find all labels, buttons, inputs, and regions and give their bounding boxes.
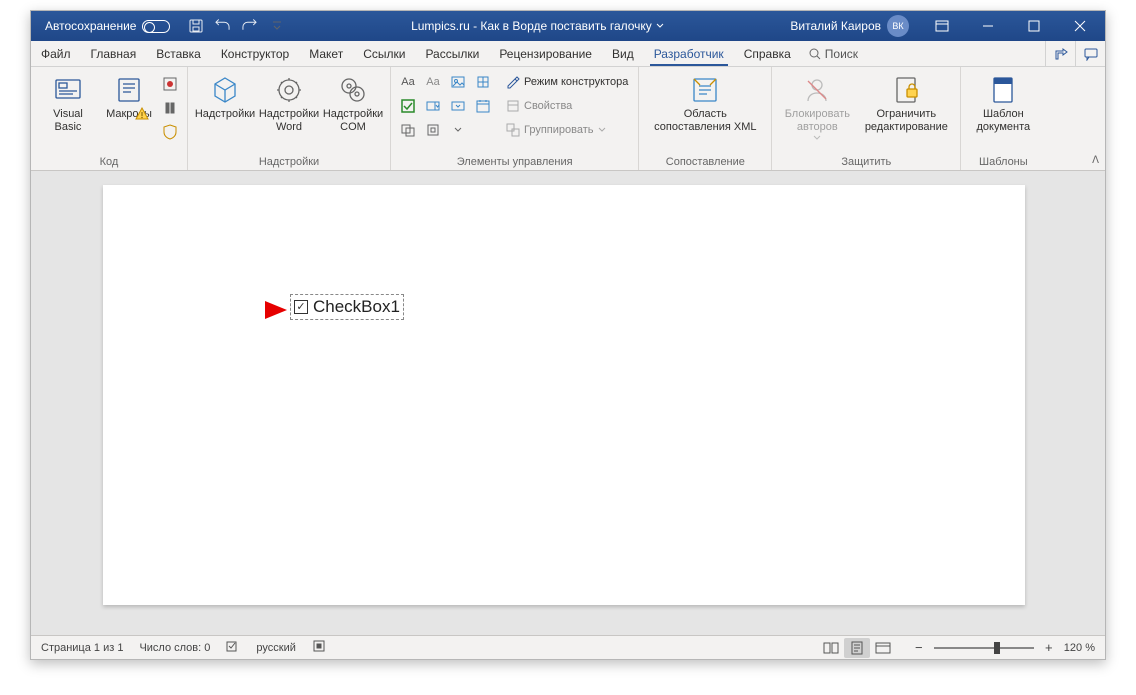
properties-button[interactable]: Свойства <box>502 95 632 117</box>
zoom-out-button[interactable]: − <box>912 641 926 655</box>
zoom-control: − + 120 % <box>912 641 1095 655</box>
undo-icon[interactable] <box>215 19 230 34</box>
status-words[interactable]: Число слов: 0 <box>139 642 210 654</box>
ribbon-display-options[interactable] <box>919 11 965 41</box>
minimize-button[interactable] <box>965 11 1011 41</box>
repeating-control-icon[interactable] <box>397 119 419 141</box>
record-macro-icon[interactable] <box>159 73 181 95</box>
tab-developer[interactable]: Разработчик <box>644 41 734 66</box>
autosave-label: Автосохранение <box>45 19 136 33</box>
user-account[interactable]: Виталий Каиров ВК <box>790 15 909 37</box>
ribbon-tabs: Файл Главная Вставка Конструктор Макет С… <box>31 41 1105 67</box>
tab-home[interactable]: Главная <box>81 41 147 66</box>
tab-insert[interactable]: Вставка <box>146 41 211 66</box>
zoom-level[interactable]: 120 % <box>1064 642 1095 654</box>
document-template-icon: W <box>988 73 1018 107</box>
qat-dropdown-icon[interactable] <box>269 19 284 34</box>
web-layout-icon[interactable] <box>870 638 896 658</box>
status-bar: Страница 1 из 1 Число слов: 0 русский − … <box>31 635 1105 659</box>
macros-button[interactable]: Макросы <box>101 71 157 121</box>
pause-macro-icon[interactable] <box>159 97 181 119</box>
document-page[interactable]: ✓ CheckBox1 <box>103 185 1025 605</box>
document-template-button[interactable]: W Шаблон документа <box>967 71 1039 133</box>
group-templates: W Шаблон документа Шаблоны <box>961 67 1045 170</box>
word-addins-button[interactable]: Надстройки Word <box>258 71 320 133</box>
com-addins-button[interactable]: Надстройки COM <box>322 71 384 133</box>
spellcheck-icon[interactable] <box>226 639 240 656</box>
word-addins-icon <box>274 73 304 107</box>
restrict-editing-button[interactable]: Ограничить редактирование <box>858 71 954 133</box>
share-button[interactable] <box>1045 41 1075 67</box>
status-page[interactable]: Страница 1 из 1 <box>41 642 123 654</box>
title-bar: Автосохранение Lumpics.ru - Как в Ворде … <box>31 11 1105 41</box>
document-area: ✓ CheckBox1 <box>31 171 1105 635</box>
word-window: Автосохранение Lumpics.ru - Как в Ворде … <box>30 10 1106 660</box>
tab-help[interactable]: Справка <box>734 41 801 66</box>
tab-file[interactable]: Файл <box>31 41 81 66</box>
maximize-button[interactable] <box>1011 11 1057 41</box>
restrict-editing-icon <box>891 73 921 107</box>
building-block-control-icon[interactable] <box>472 71 494 93</box>
addins-icon <box>210 73 240 107</box>
plain-text-control-icon[interactable]: Aa <box>422 71 444 93</box>
status-language[interactable]: русский <box>256 642 295 654</box>
document-title: Lumpics.ru - Как в Ворде поставить галоч… <box>284 19 790 33</box>
macros-icon <box>114 73 144 107</box>
tab-references[interactable]: Ссылки <box>353 41 415 66</box>
autosave-toggle[interactable]: Автосохранение <box>45 19 170 33</box>
macro-status-icon[interactable] <box>312 639 326 656</box>
zoom-in-button[interactable]: + <box>1042 641 1056 655</box>
group-code: Visual Basic Макросы Код <box>31 67 188 170</box>
group-protect: Блокировать авторов Ограничить редактиро… <box>772 67 961 170</box>
tab-layout[interactable]: Макет <box>299 41 353 66</box>
macro-security-icon[interactable] <box>159 121 181 143</box>
checkbox-control-icon[interactable] <box>397 95 419 117</box>
block-authors-icon <box>802 73 832 107</box>
svg-text:W: W <box>1001 79 1006 85</box>
date-control-icon[interactable] <box>472 95 494 117</box>
group-button[interactable]: Группировать <box>502 119 632 141</box>
visual-basic-button[interactable]: Visual Basic <box>37 71 99 133</box>
xml-mapping-button[interactable]: Область сопоставления XML <box>645 71 765 133</box>
com-addins-icon <box>338 73 368 107</box>
checkbox-checked-icon: ✓ <box>294 300 308 314</box>
tab-review[interactable]: Рецензирование <box>489 41 602 66</box>
avatar: ВК <box>887 15 909 37</box>
toggle-off-icon <box>142 20 170 33</box>
tab-design[interactable]: Конструктор <box>211 41 299 66</box>
zoom-slider[interactable] <box>934 647 1034 649</box>
combobox-control-icon[interactable] <box>422 95 444 117</box>
group-controls: Aa Aa <box>391 67 639 170</box>
quick-access-toolbar <box>188 19 284 34</box>
warning-icon <box>135 107 149 121</box>
close-button[interactable] <box>1057 11 1103 41</box>
comments-button[interactable] <box>1075 41 1105 67</box>
print-layout-icon[interactable] <box>844 638 870 658</box>
design-mode-button[interactable]: Режим конструктора <box>502 71 632 93</box>
visual-basic-icon <box>53 73 83 107</box>
xml-mapping-icon <box>690 73 720 107</box>
picture-control-icon[interactable] <box>447 71 469 93</box>
collapse-ribbon-icon[interactable]: ᐱ <box>1092 156 1099 166</box>
group-mapping: Область сопоставления XML Сопоставление <box>639 67 772 170</box>
legacy-dropdown-icon[interactable] <box>447 119 469 141</box>
checkbox-activex-control[interactable]: ✓ CheckBox1 <box>290 294 404 320</box>
checkbox-label: CheckBox1 <box>313 297 400 317</box>
tab-mailings[interactable]: Рассылки <box>415 41 489 66</box>
save-icon[interactable] <box>188 19 203 34</box>
group-addins: Надстройки Надстройки Word Надстройки CO… <box>188 67 391 170</box>
view-switcher <box>818 638 896 658</box>
tell-me-search[interactable]: Поиск <box>801 41 866 66</box>
rich-text-control-icon[interactable]: Aa <box>397 71 419 93</box>
tab-view[interactable]: Вид <box>602 41 644 66</box>
legacy-tools-icon[interactable] <box>422 119 444 141</box>
block-authors-button: Блокировать авторов <box>778 71 856 142</box>
addins-button[interactable]: Надстройки <box>194 71 256 121</box>
ribbon-developer: Visual Basic Макросы Код <box>31 67 1105 171</box>
user-name: Виталий Каиров <box>790 19 881 33</box>
dropdown-control-icon[interactable] <box>447 95 469 117</box>
read-mode-icon[interactable] <box>818 638 844 658</box>
redo-icon[interactable] <box>242 19 257 34</box>
annotation-arrow-icon <box>197 299 289 321</box>
